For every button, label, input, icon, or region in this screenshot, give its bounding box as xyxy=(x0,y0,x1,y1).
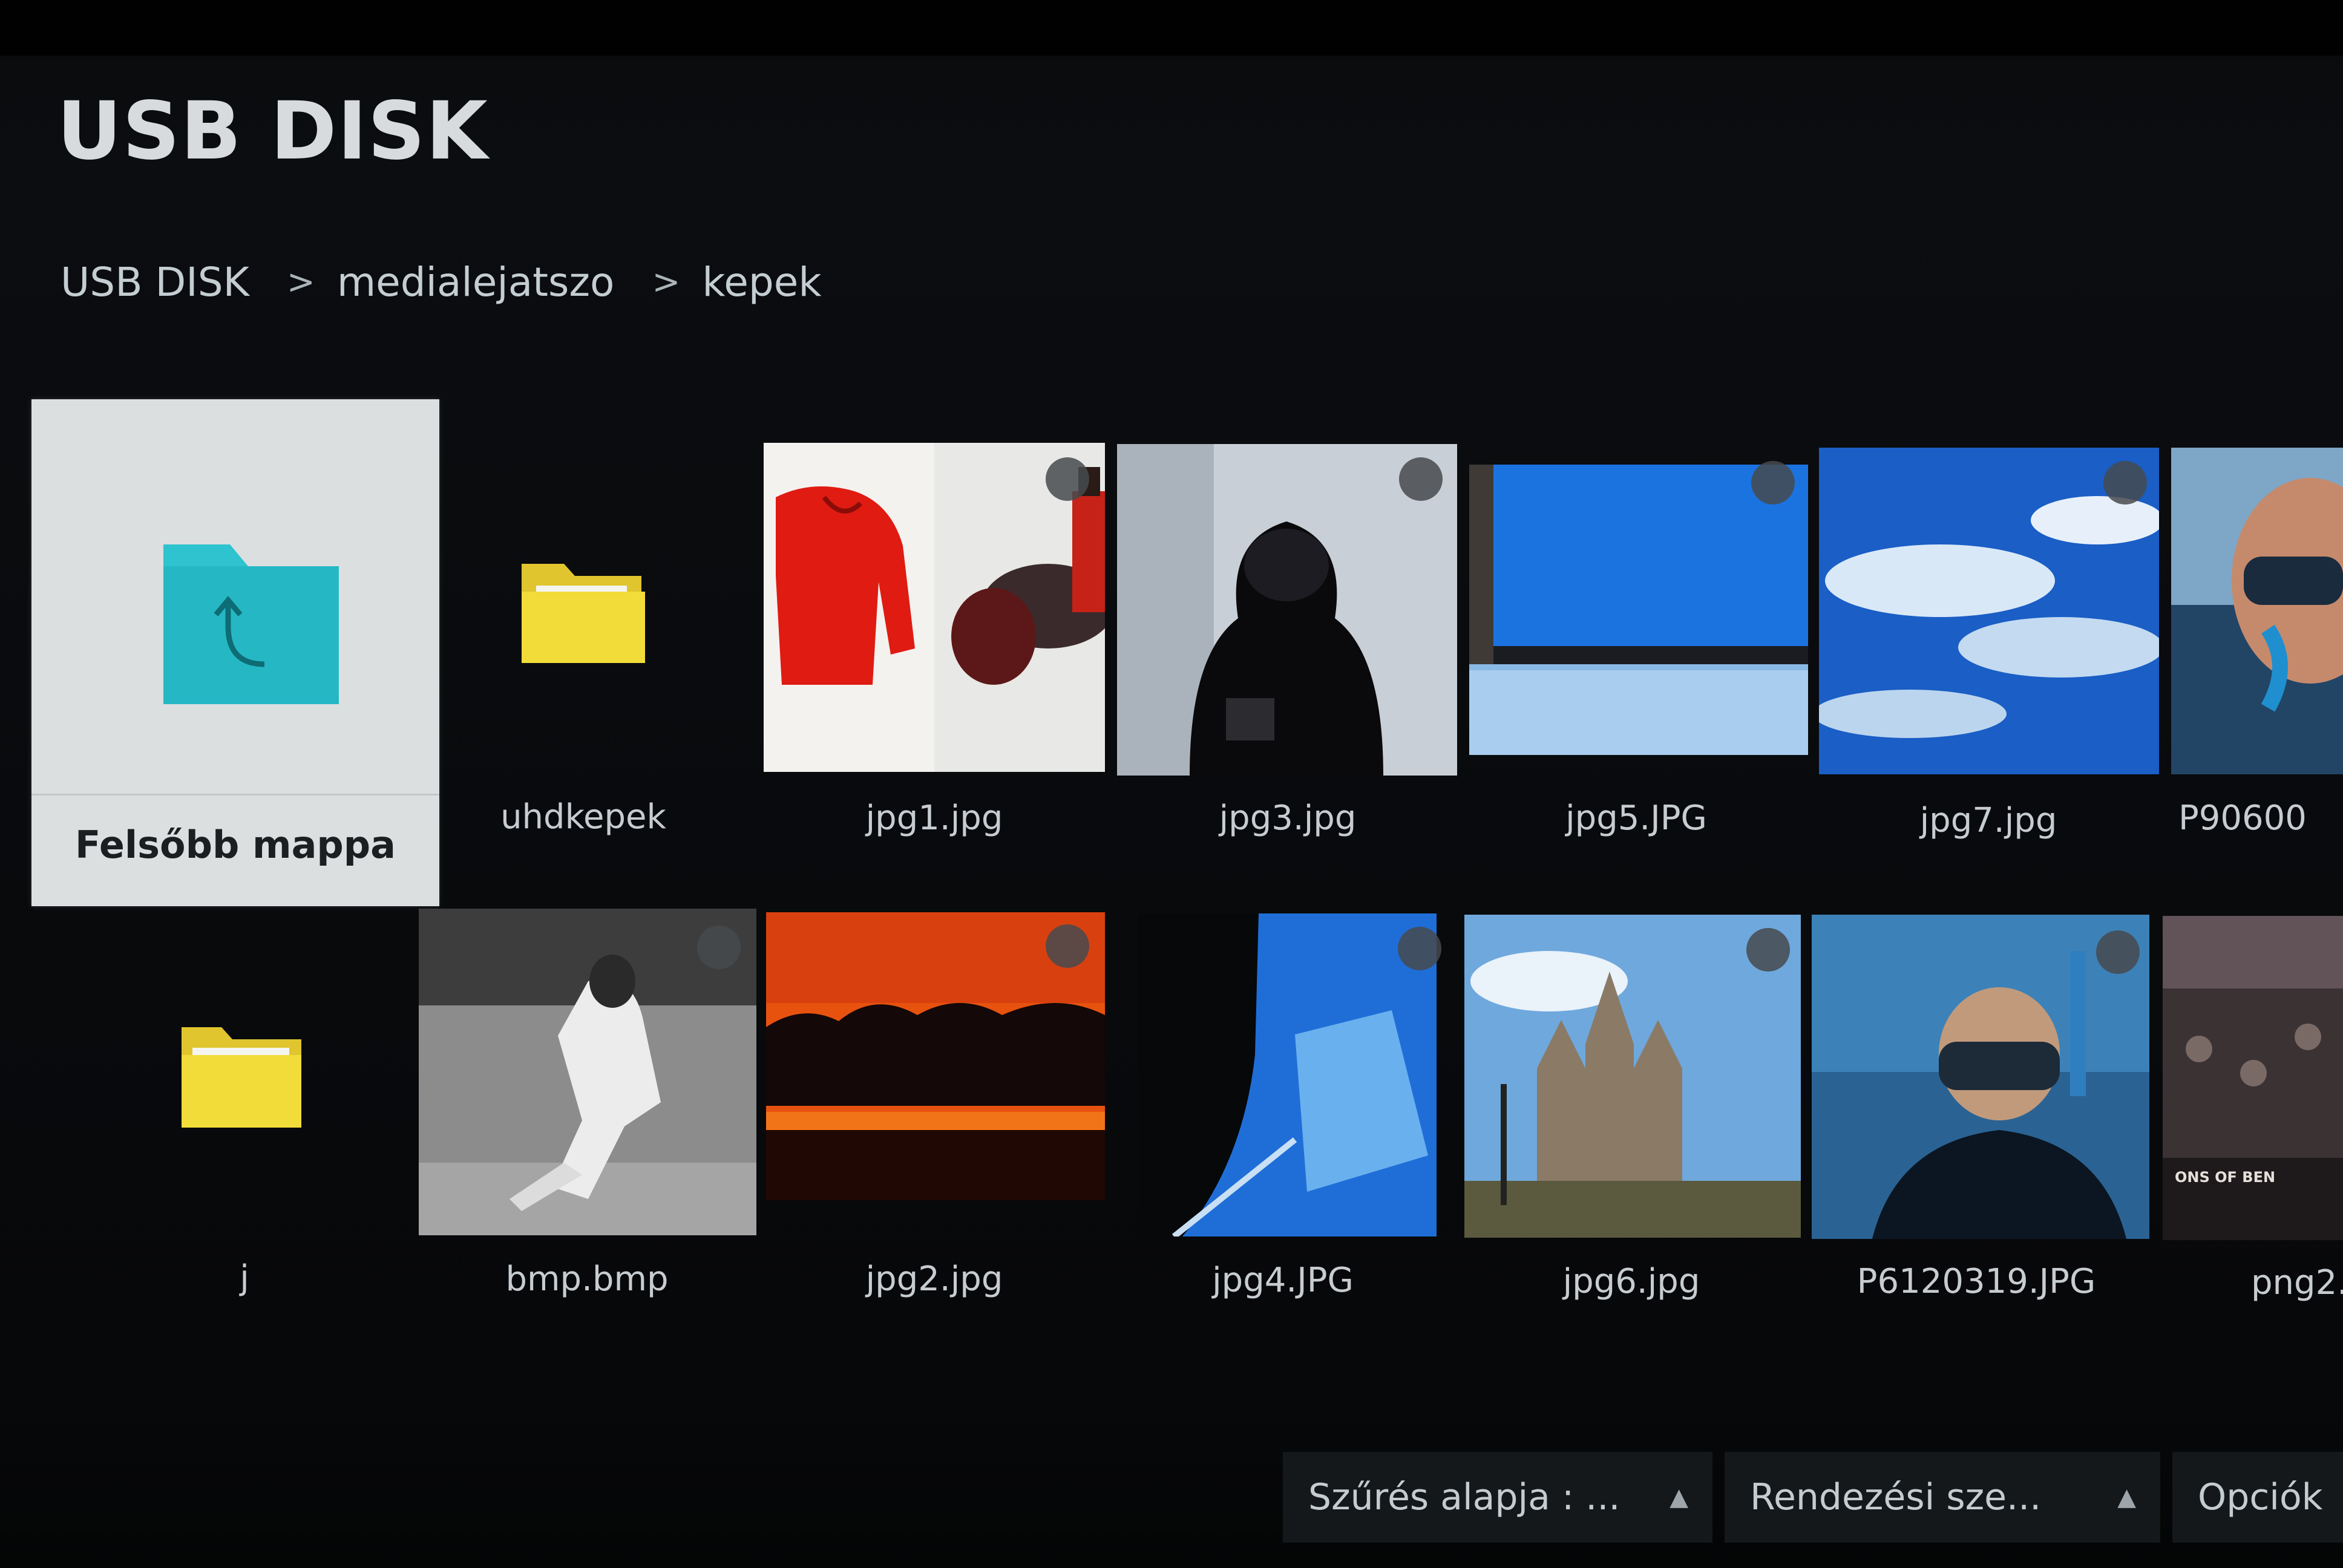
sort-button[interactable]: Rendezési sze... ▲ xyxy=(1725,1452,2160,1543)
thumbnail-image xyxy=(1138,913,1437,1236)
image-type-icon xyxy=(1751,461,1795,505)
chevron-up-icon: ▲ xyxy=(1670,1483,1688,1511)
thumbnail-caption: ONS OF BEN xyxy=(2175,1169,2276,1186)
item-label: jpg1.jpg xyxy=(865,799,1003,838)
filter-button[interactable]: Szűrés alapja : ... ▲ xyxy=(1283,1452,1712,1543)
item-label: jpg2.jpg xyxy=(865,1259,1003,1299)
image-type-icon xyxy=(1746,928,1790,972)
item-label: uhdkepek xyxy=(500,797,666,837)
image-type-icon xyxy=(2103,461,2147,505)
thumbnail-image xyxy=(2171,448,2343,774)
breadcrumb: USB DISK > medialejatszo > kepek xyxy=(61,259,822,305)
parent-folder-icon-area xyxy=(31,399,439,794)
image-type-icon xyxy=(1399,457,1443,501)
divider xyxy=(31,794,439,795)
image-type-icon xyxy=(1398,927,1441,970)
thumbnail-image xyxy=(2163,916,2343,1240)
screen: USB DISK USB DISK > medialejatszo > kepe… xyxy=(0,0,2343,1568)
page-title: USB DISK xyxy=(57,85,488,178)
options-button[interactable]: Opciók xyxy=(2172,1452,2343,1543)
item-label: jpg5.JPG xyxy=(1565,799,1707,838)
chevron-right-icon: > xyxy=(652,263,681,302)
item-label: j xyxy=(240,1258,249,1298)
item-label: P6120319.JPG xyxy=(1856,1262,2096,1301)
item-label: png2.p xyxy=(2251,1263,2343,1302)
thumbnail-jpg5[interactable] xyxy=(1469,465,1808,755)
chevron-right-icon: > xyxy=(286,263,315,302)
image-type-icon xyxy=(2096,930,2140,974)
item-label: bmp.bmp xyxy=(505,1259,669,1299)
breadcrumb-item-usb-disk[interactable]: USB DISK xyxy=(61,259,249,305)
breadcrumb-item-medialejatszo[interactable]: medialejatszo xyxy=(337,259,615,305)
options-label: Opciók xyxy=(2198,1476,2323,1518)
thumbnail-image xyxy=(1469,465,1808,755)
folder-icon[interactable] xyxy=(179,1021,304,1130)
breadcrumb-item-kepek: kepek xyxy=(702,259,822,305)
folder-up-icon xyxy=(163,544,339,704)
tv-bezel xyxy=(0,0,2343,56)
bottom-toolbar: Szűrés alapja : ... ▲ Rendezési sze... ▲… xyxy=(1283,1452,2343,1543)
item-label: jpg3.jpg xyxy=(1219,799,1357,838)
parent-folder-tile[interactable]: Felsőbb mappa xyxy=(31,399,439,906)
image-type-icon xyxy=(1046,924,1089,968)
image-type-icon xyxy=(1046,457,1089,501)
image-type-icon xyxy=(697,926,741,969)
item-label: jpg6.jpg xyxy=(1562,1262,1700,1301)
parent-folder-label: Felsőbb mappa xyxy=(74,823,396,867)
sort-label: Rendezési sze... xyxy=(1750,1476,2042,1518)
chevron-up-icon: ▲ xyxy=(2117,1483,2136,1511)
thumbnail-p90600[interactable] xyxy=(2171,448,2343,774)
item-label: P90600 xyxy=(2178,799,2307,838)
filter-label: Szűrés alapja : ... xyxy=(1308,1476,1620,1518)
thumbnail-png2[interactable]: ONS OF BEN xyxy=(2163,916,2343,1240)
folder-icon[interactable] xyxy=(518,557,649,668)
thumbnail-jpg4[interactable] xyxy=(1138,913,1437,1236)
item-label: jpg4.JPG xyxy=(1212,1261,1354,1300)
item-label: jpg7.jpg xyxy=(1919,801,2057,840)
